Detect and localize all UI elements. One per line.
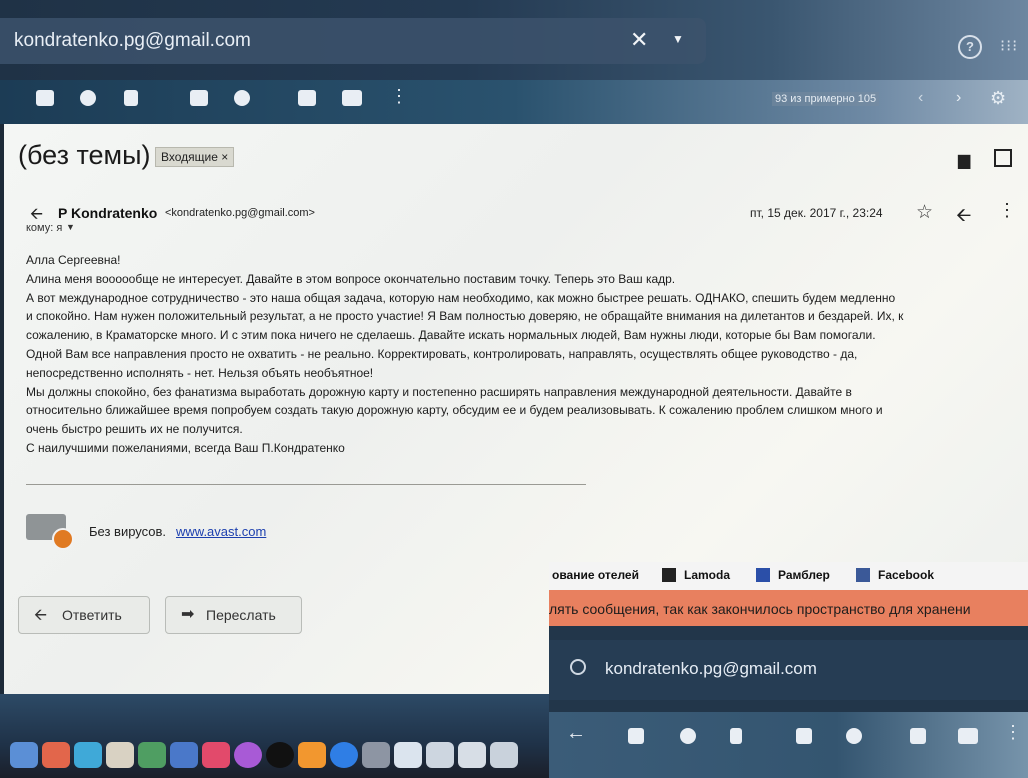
snooze-icon[interactable] xyxy=(846,728,862,744)
open-new-window-icon[interactable] xyxy=(994,149,1012,167)
signature-divider xyxy=(26,484,586,485)
report-spam-icon[interactable] xyxy=(680,728,696,744)
print-icon[interactable]: ▆ xyxy=(958,150,970,170)
chevron-right-icon[interactable]: › xyxy=(956,89,961,107)
body-line: Одной Вам все направления просто не охва… xyxy=(26,346,858,361)
close-icon[interactable]: ✕ xyxy=(630,27,648,53)
recipient-line: кому: я xyxy=(26,222,63,234)
email-date: пт, 15 дек. 2017 г., 23:24 xyxy=(750,206,883,220)
body-line: относительно ближайшее время попробуем с… xyxy=(26,403,883,418)
books-icon[interactable] xyxy=(298,742,326,768)
report-spam-icon[interactable] xyxy=(80,90,96,106)
mark-unread-icon[interactable] xyxy=(190,90,208,106)
inbox-label-chip[interactable]: Входящие × xyxy=(155,147,235,167)
app-icon[interactable] xyxy=(106,742,134,768)
star-icon[interactable]: ☆ xyxy=(916,201,933,224)
music-icon[interactable] xyxy=(202,742,230,768)
body-line: А вот международное сотрудничество - это… xyxy=(26,290,896,305)
body-line: непосредственно исполнять - нет. Нельзя … xyxy=(26,365,374,380)
reply-icon: 🡨 xyxy=(34,607,47,624)
app-icon[interactable] xyxy=(362,742,390,768)
forward-icon: ➡ xyxy=(181,606,195,623)
search-icon[interactable] xyxy=(570,659,586,675)
reply-icon[interactable]: 🡨 xyxy=(956,201,971,233)
email-body: Алла Сергеевна! Алина меня воооообще не … xyxy=(26,251,1026,458)
body-line: очень быстро решить их не получится. xyxy=(26,422,243,437)
move-to-icon[interactable] xyxy=(298,90,316,106)
app-icon[interactable] xyxy=(394,742,422,768)
inset-search-input[interactable]: kondratenko.pg@gmail.com xyxy=(605,659,817,679)
facebook-icon xyxy=(856,568,870,582)
search-options-icon[interactable]: ▼ xyxy=(672,32,684,46)
more-vert-icon[interactable]: ⋮ xyxy=(1004,722,1022,743)
label-icon[interactable] xyxy=(958,728,978,744)
body-line: Алина меня воооообще не интересует. Дава… xyxy=(26,271,676,286)
bookmark-item[interactable]: Facebook xyxy=(878,568,934,582)
body-line: С наилучшими пожеланиями, всегда Ваш П.К… xyxy=(26,440,345,455)
avast-text: Без вирусов. xyxy=(89,524,167,539)
move-to-icon[interactable] xyxy=(910,728,926,744)
email-subject: (без темы) xyxy=(18,140,151,170)
finder-icon[interactable] xyxy=(10,742,38,768)
chevron-left-icon[interactable]: ‹ xyxy=(918,89,923,107)
snooze-icon[interactable] xyxy=(234,90,250,106)
mark-unread-icon[interactable] xyxy=(796,728,812,744)
inset-toolbar xyxy=(549,712,1028,778)
app-icon[interactable] xyxy=(138,742,166,768)
sender-name: P Kondratenko xyxy=(58,205,158,221)
podcasts-icon[interactable] xyxy=(234,742,262,768)
bookmark-item[interactable]: ование отелей xyxy=(552,568,639,582)
help-icon[interactable]: ? xyxy=(958,35,982,59)
delete-icon[interactable] xyxy=(730,728,742,744)
lamoda-icon xyxy=(662,568,676,582)
apps-grid-icon[interactable]: ⁝⁝⁝ xyxy=(1000,36,1018,56)
body-line: сожалению, в Краматорске много. И с этим… xyxy=(26,328,876,343)
archive-icon[interactable] xyxy=(36,90,54,106)
avast-link[interactable]: www.avast.com xyxy=(176,524,266,539)
chevron-down-icon[interactable]: ▼ xyxy=(66,222,75,232)
app-icon[interactable] xyxy=(170,742,198,768)
more-vert-icon[interactable]: ⋮ xyxy=(998,200,1016,221)
archive-icon[interactable] xyxy=(628,728,644,744)
app-icon[interactable] xyxy=(74,742,102,768)
label-icon[interactable] xyxy=(342,90,362,106)
back-arrow-icon[interactable]: ← xyxy=(566,722,586,745)
app-icon[interactable] xyxy=(42,742,70,768)
app-icon[interactable] xyxy=(426,742,454,768)
reply-button-label: Ответить xyxy=(62,607,122,623)
more-vert-icon[interactable]: ⋮ xyxy=(390,86,408,107)
app-icon[interactable] xyxy=(458,742,486,768)
bookmark-item[interactable]: Рамблер xyxy=(778,568,830,582)
body-line: Алла Сергеевна! xyxy=(26,253,121,267)
body-line: и спокойно. Нам нужен положительный резу… xyxy=(26,309,904,324)
forward-button-label: Переслать xyxy=(206,607,276,623)
storage-warning-text: лять сообщения, так как закончилось прос… xyxy=(549,601,971,617)
tv-icon[interactable] xyxy=(266,742,294,768)
rambler-icon xyxy=(756,568,770,582)
avast-check-icon xyxy=(52,528,74,550)
gear-icon[interactable]: ⚙ xyxy=(990,88,1006,109)
message-count: 93 из примерно 105 xyxy=(772,92,880,106)
search-input[interactable]: kondratenko.pg@gmail.com xyxy=(14,30,251,52)
delete-icon[interactable] xyxy=(124,90,138,106)
app-store-icon[interactable] xyxy=(330,742,358,768)
sender-email: <kondratenko.pg@gmail.com> xyxy=(165,207,315,219)
body-line: Мы должны спокойно, без фанатизма вырабо… xyxy=(26,384,852,399)
app-icon[interactable] xyxy=(490,742,518,768)
bookmark-item[interactable]: Lamoda xyxy=(684,568,730,582)
